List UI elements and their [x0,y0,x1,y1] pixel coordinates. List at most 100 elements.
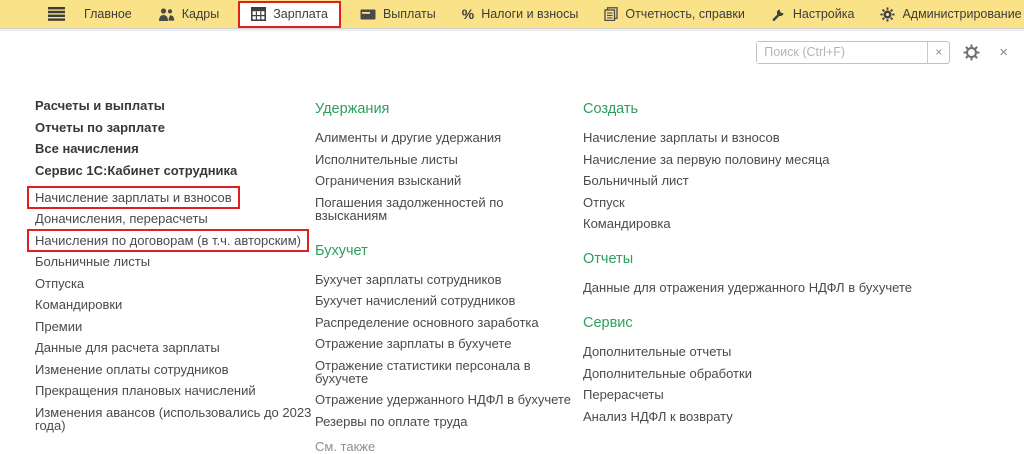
list-item: Бухучет зарплаты сотрудников [315,273,577,286]
tab-nalogi-i-vznosy[interactable]: % Налоги и взносы [449,0,592,28]
link-ispolnitelnye-listy[interactable]: Исполнительные листы [315,152,458,167]
see-also-label: См. также [315,438,376,454]
link-otrazhenie-ndfl[interactable]: Отражение удержанного НДФЛ в бухучете [315,392,571,407]
list-item: Начисление зарплаты и взносов [27,185,327,209]
tab-label: Налоги и взносы [481,7,579,21]
list-item: Алименты и другие удержания [315,131,577,144]
link-nachisleniya-po-dogovoram[interactable]: Начисления по договорам (в т.ч. авторски… [35,233,301,248]
link-bukhuchet-zarplaty[interactable]: Бухучет зарплаты сотрудников [315,272,501,287]
list-item: Отражение зарплаты в бухучете [315,337,577,350]
tab-otchetnost-spravki[interactable]: Отчетность, справки [591,0,758,28]
list-item: Расчеты и выплаты [35,99,327,112]
gear-icon [880,6,895,22]
tab-glavnoe[interactable]: Главное [71,0,145,28]
tab-kadry[interactable]: Кадры [145,0,232,28]
list-item: Дополнительные отчеты [583,345,1013,358]
link-dannye-otrazheniya-ndfl[interactable]: Данные для отражения удержанного НДФЛ в … [583,280,912,295]
calculator-icon [251,7,267,21]
list-item: Анализ НДФЛ к возврату [583,410,1013,423]
link-raspredelenie-zarabotka[interactable]: Распределение основного заработка [315,315,539,330]
card-icon [360,9,376,20]
link-dopolnitelnye-otchety[interactable]: Дополнительные отчеты [583,344,731,359]
link-vse-nachisleniya[interactable]: Все начисления [35,141,139,156]
link-ogranicheniya-vzyskaniy[interactable]: Ограничения взысканий [315,173,461,188]
wrench-icon [771,7,786,22]
link-raschety-i-vyplaty[interactable]: Расчеты и выплаты [35,98,165,113]
link-bolnichnye-listy[interactable]: Больничные листы [35,254,150,269]
link-pogasheniya-zadolzhennostey[interactable]: Погашения задолженностей по взысканиям [315,195,504,223]
link-analiz-ndfl[interactable]: Анализ НДФЛ к возврату [583,409,733,424]
link-komandirovki[interactable]: Командировки [35,297,122,312]
link-dannye-dlya-rascheta[interactable]: Данные для расчета зарплаты [35,340,220,355]
list-item: Сервис 1С:Кабинет сотрудника [35,164,327,177]
settings-gear-icon[interactable] [963,44,980,61]
link-alimenty[interactable]: Алименты и другие удержания [315,130,501,145]
section-title: Создать [583,101,639,117]
link-prekrashcheniya-nachisleniy[interactable]: Прекращения плановых начислений [35,383,256,398]
tab-nastroyka[interactable]: Настройка [758,0,868,28]
percent-icon: % [461,6,475,22]
search-clear-button[interactable]: × [927,41,949,63]
link-izmeneniya-avansov[interactable]: Изменения авансов (использовались до 202… [35,405,311,433]
link-sozdat-otpusk[interactable]: Отпуск [583,195,625,210]
link-donachisleniya-pereraschety[interactable]: Доначисления, перерасчеты [35,211,208,226]
link-premii[interactable]: Премии [35,319,82,334]
tab-label: Главное [84,7,132,21]
list-item: Изменение оплаты сотрудников [35,363,327,376]
link-sozdat-komandirovka[interactable]: Командировка [583,216,671,231]
link-sozdat-nachislenie-zarplaty[interactable]: Начисление зарплаты и взносов [583,130,780,145]
link-nachislenie-zarplaty-i-vznosov[interactable]: Начисление зарплаты и взносов [35,190,232,205]
list-item: Начисления по договорам (в т.ч. авторски… [27,228,327,252]
section-otchety: Отчеты Данные для отражения удержанного … [583,252,1013,295]
link-pereraschety[interactable]: Перерасчеты [583,387,664,402]
list-item: Отчеты по зарплате [35,121,327,134]
link-otpuska[interactable]: Отпуска [35,276,84,291]
list-item: Исполнительные листы [315,153,577,166]
list-item: Погашения задолженностей по взысканиям [315,196,577,222]
list-item: Отпуск [583,196,1013,209]
list-item: Резервы по оплате труда [315,415,577,428]
list-item: Дополнительные обработки [583,367,1013,380]
zarplata-section-menu: Расчеты и выплаты Отчеты по зарплате Все… [0,73,1024,453]
link-izmenenie-oplaty[interactable]: Изменение оплаты сотрудников [35,362,229,377]
list-item: Доначисления, перерасчеты [35,212,327,225]
tab-label: Выплаты [382,7,436,21]
list-item: Отражение статистики персонала в бухучет… [315,359,577,385]
list-item: Бухучет начислений сотрудников [315,294,577,307]
list-item: Данные для отражения удержанного НДФЛ в … [583,281,1013,294]
list-item: Отпуска [35,277,327,290]
list-item: Начисление зарплаты и взносов [583,131,1013,144]
search-input[interactable] [757,41,928,63]
section-title: Бухучет [315,242,368,259]
link-otrazhenie-statistiki[interactable]: Отражение статистики персонала в бухучет… [315,358,531,386]
list-item: Распределение основного заработка [315,316,577,329]
main-menu-button[interactable] [42,7,71,21]
search-box: × [756,40,951,64]
list-item: Все начисления [35,142,327,155]
section-bukhuchet: Бухучет Бухучет зарплаты сотрудников Бух… [315,242,577,428]
list-item: Больничные листы [35,255,327,268]
tab-vyplaty[interactable]: Выплаты [347,0,449,28]
link-rezervy-po-oplate[interactable]: Резервы по оплате труда [315,414,467,429]
list-item: Данные для расчета зарплаты [35,341,327,354]
hamburger-icon [48,7,65,21]
list-item: Перерасчеты [583,388,1013,401]
link-sozdat-nachislenie-pervaya-polovina[interactable]: Начисление за первую половину месяца [583,152,830,167]
link-otchety-po-zarplate[interactable]: Отчеты по зарплате [35,120,165,135]
tab-zarplata[interactable]: Зарплата [238,0,341,28]
list-item: Ограничения взысканий [315,174,577,187]
tab-administrirovanie[interactable]: Администрирование [867,0,1024,28]
list-item: Отражение удержанного НДФЛ в бухучете [315,393,577,406]
link-sozdat-bolnichnyy-list[interactable]: Больничный лист [583,173,689,188]
tab-label: Администрирование [902,7,1022,21]
link-servis-1c-kabinet[interactable]: Сервис 1С:Кабинет сотрудника [35,163,237,178]
report-icon [604,7,619,21]
link-bukhuchet-nachisleniy[interactable]: Бухучет начислений сотрудников [315,293,515,308]
link-otrazhenie-zarplaty[interactable]: Отражение зарплаты в бухучете [315,336,511,351]
section-sozdat: Создать Начисление зарплаты и взносов На… [583,101,1013,231]
tab-label: Настройка [792,7,855,21]
close-panel-icon[interactable]: × [995,44,1012,61]
link-dopolnitelnye-obrabotki[interactable]: Дополнительные обработки [583,366,752,381]
highlight-box: Начисление зарплаты и взносов [27,185,240,209]
section-tabs-bar: Главное Кадры Зарплата Выплаты % Налоги … [0,0,1024,28]
